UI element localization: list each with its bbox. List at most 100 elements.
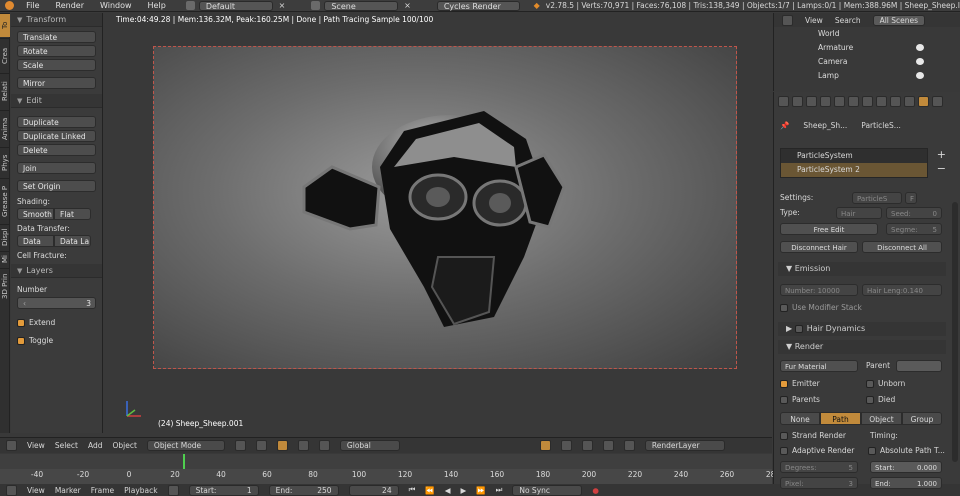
- outliner-item-world[interactable]: World: [774, 27, 960, 41]
- menu-view[interactable]: View: [27, 441, 45, 450]
- lock-camera-icon[interactable]: [539, 440, 551, 451]
- render-layer-selector[interactable]: RenderLayer: [644, 440, 725, 451]
- breadcrumb-object[interactable]: Sheep_Sh...: [803, 120, 847, 132]
- editor-type-icon[interactable]: [6, 484, 17, 496]
- checkbox-icon[interactable]: [780, 304, 788, 312]
- material-tab-icon[interactable]: [890, 96, 901, 107]
- modifiers-tab-icon[interactable]: [862, 96, 873, 107]
- tab-relations[interactable]: Relati: [0, 73, 10, 109]
- sync-selector[interactable]: No Sync: [512, 484, 583, 496]
- preview-range-icon[interactable]: [167, 484, 179, 496]
- number-field[interactable]: Number: 10000: [780, 284, 858, 296]
- play-icon[interactable]: ▶: [460, 486, 466, 495]
- disconnect-all-button[interactable]: Disconnect All: [862, 241, 942, 253]
- screen-layout-icon[interactable]: [185, 1, 195, 10]
- duplicate-linked-button[interactable]: Duplicate Linked: [17, 130, 96, 142]
- extend-checkbox[interactable]: Extend: [11, 317, 102, 329]
- transform-panel-header[interactable]: ▼ Transform: [11, 13, 102, 27]
- menu-marker[interactable]: Marker: [55, 486, 81, 495]
- properties-scrollbar[interactable]: [952, 202, 958, 462]
- tab-tools[interactable]: To: [0, 13, 10, 37]
- next-keyframe-icon[interactable]: ⏩: [476, 486, 485, 495]
- settings-fake-user[interactable]: F: [905, 192, 917, 204]
- pixel-field[interactable]: Pixel: 3: [780, 477, 858, 489]
- scale-button[interactable]: Scale: [17, 59, 96, 71]
- checkbox-icon[interactable]: [868, 447, 876, 455]
- mode-selector[interactable]: Object Mode: [146, 440, 225, 451]
- remove-slot-icon[interactable]: −: [937, 162, 946, 175]
- render-mode-path[interactable]: Path: [820, 412, 861, 425]
- checkbox-icon[interactable]: [780, 432, 788, 440]
- decrement-arrow-icon[interactable]: ‹: [23, 298, 26, 308]
- render-layers-tab-icon[interactable]: [792, 96, 803, 107]
- constraints-tab-icon[interactable]: [848, 96, 859, 107]
- manipulator-icon[interactable]: [276, 440, 288, 451]
- editor-type-icon[interactable]: [6, 440, 17, 451]
- set-origin-button[interactable]: Set Origin: [17, 180, 96, 192]
- proportional-edit-icon[interactable]: [560, 440, 572, 451]
- unborn-checkbox[interactable]: Unborn: [866, 378, 946, 390]
- scene-selector[interactable]: Scene: [324, 0, 399, 11]
- menu-object[interactable]: Object: [112, 441, 136, 450]
- outliner-item-camera[interactable]: Camera: [774, 55, 960, 69]
- menu-view[interactable]: View: [27, 486, 45, 495]
- emission-panel-header[interactable]: ▼ Emission: [778, 262, 946, 276]
- world-tab-icon[interactable]: [820, 96, 831, 107]
- jump-start-icon[interactable]: ⏮: [409, 485, 416, 495]
- tab-grease-pencil[interactable]: Grease P: [0, 178, 10, 223]
- toggle-checkbox[interactable]: Toggle: [11, 335, 102, 347]
- pause-icon[interactable]: [623, 440, 635, 451]
- disconnect-hair-button[interactable]: Disconnect Hair: [780, 241, 858, 253]
- list-item[interactable]: ParticleSystem 2: [781, 163, 927, 177]
- pivot-icon[interactable]: [255, 440, 267, 451]
- checkbox-icon[interactable]: [866, 396, 874, 404]
- type-selector[interactable]: Hair: [836, 207, 882, 219]
- 3d-viewport[interactable]: Time:04:49.28 | Mem:136.32M, Peak:160.25…: [104, 13, 772, 433]
- data-layout-button[interactable]: Data La: [54, 235, 91, 247]
- current-frame-field[interactable]: 24: [348, 484, 399, 496]
- degrees-field[interactable]: Degrees: 5: [780, 461, 858, 473]
- flat-button[interactable]: Flat: [54, 208, 91, 220]
- object-tab-icon[interactable]: [834, 96, 845, 107]
- breadcrumb-particles[interactable]: ParticleS...: [861, 120, 901, 132]
- checkbox-icon[interactable]: [866, 380, 874, 388]
- smooth-button[interactable]: Smooth: [17, 208, 54, 220]
- edit-panel-header[interactable]: ▼ Edit: [11, 94, 102, 108]
- menu-frame[interactable]: Frame: [91, 486, 114, 495]
- end-frame-field[interactable]: End: 250: [268, 484, 339, 496]
- render-mode-object[interactable]: Object: [861, 412, 902, 425]
- died-checkbox[interactable]: Died: [866, 394, 946, 406]
- parents-checkbox[interactable]: Parents: [780, 394, 860, 406]
- render-mode-group[interactable]: Group: [902, 412, 942, 425]
- duplicate-button[interactable]: Duplicate: [17, 116, 96, 128]
- jump-end-icon[interactable]: ⏭: [496, 485, 503, 495]
- free-edit-button[interactable]: Free Edit: [780, 223, 878, 235]
- prev-keyframe-icon[interactable]: ⏪: [425, 486, 434, 495]
- scene-tab-icon[interactable]: [806, 96, 817, 107]
- translate-manipulator-icon[interactable]: [297, 440, 309, 451]
- data-tab-icon[interactable]: [876, 96, 887, 107]
- tab-display[interactable]: Displ: [0, 224, 10, 250]
- layers-panel-header[interactable]: ▼ Layers: [11, 264, 102, 278]
- record-icon[interactable]: ●: [592, 486, 599, 495]
- rotate-manipulator-icon[interactable]: [318, 440, 330, 451]
- physics-tab-icon[interactable]: [932, 96, 943, 107]
- data-transfer-button[interactable]: Data: [17, 235, 54, 247]
- strand-render-checkbox[interactable]: Strand Render: [780, 430, 860, 442]
- particles-tab-icon[interactable]: [918, 96, 929, 107]
- tab-3d-print[interactable]: 3D Prin: [0, 268, 10, 304]
- menu-select[interactable]: Select: [55, 441, 78, 450]
- blender-logo-icon[interactable]: [0, 1, 18, 10]
- translate-button[interactable]: Translate: [17, 31, 96, 43]
- render-preview-icon[interactable]: [602, 440, 614, 451]
- scene-icon[interactable]: [311, 1, 321, 10]
- layout-close-icon[interactable]: ×: [279, 1, 286, 10]
- add-slot-icon[interactable]: +: [937, 148, 946, 161]
- adaptive-render-checkbox[interactable]: Adaptive Render: [780, 445, 860, 457]
- scene-close-icon[interactable]: ×: [404, 1, 411, 10]
- editor-type-icon[interactable]: [782, 14, 793, 26]
- checkbox-icon[interactable]: [780, 380, 788, 388]
- texture-tab-icon[interactable]: [904, 96, 915, 107]
- material-selector[interactable]: Fur Material: [780, 360, 858, 372]
- render-engine-selector[interactable]: Cycles Render: [436, 0, 520, 11]
